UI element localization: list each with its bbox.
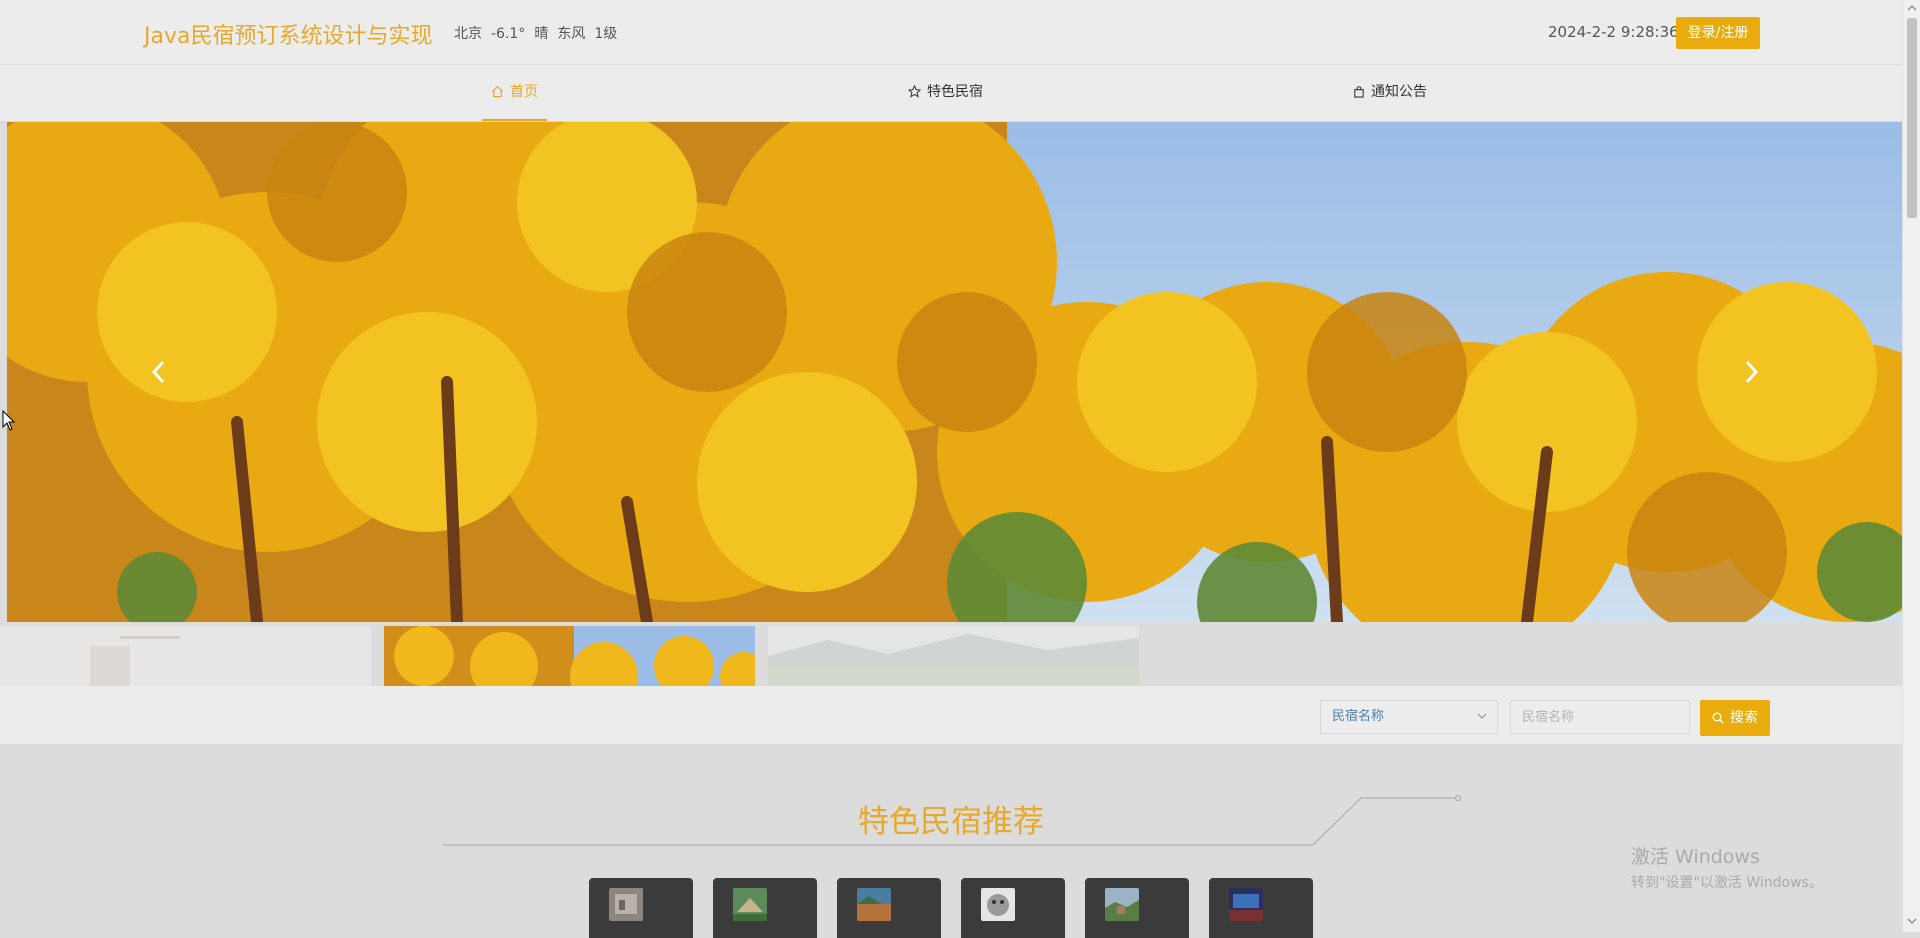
homestay-card[interactable] xyxy=(961,878,1065,938)
search-field-select[interactable]: 民宿名称 xyxy=(1320,700,1498,734)
homestay-thumbnail xyxy=(733,888,767,921)
nav-item-label: 通知公告 xyxy=(1371,84,1427,100)
login-register-button[interactable]: 登录/注册 xyxy=(1676,17,1760,49)
top-header: Java民宿预订系统设计与实现 北京 -6.1° 晴东风 1级 2024-2-2 9:… xyxy=(0,0,1902,65)
homestay-card[interactable] xyxy=(837,878,941,938)
homestay-thumbnail xyxy=(1105,888,1139,921)
weather-level: 1级 xyxy=(594,26,618,42)
nav-item-home[interactable]: 首页 xyxy=(482,65,547,121)
chevron-down-icon xyxy=(1477,713,1487,719)
weather-condition: 晴 xyxy=(534,26,549,42)
carousel-thumbnails xyxy=(0,626,1902,686)
homestay-thumbnail xyxy=(609,888,643,921)
search-icon xyxy=(1712,712,1724,724)
search-input[interactable] xyxy=(1510,700,1690,734)
site-title[interactable]: Java民宿预订系统设计与实现 xyxy=(144,18,432,50)
bag-icon xyxy=(1354,86,1364,98)
search-field-value: 民宿名称 xyxy=(1332,709,1385,724)
current-datetime: 2024-2-2 9:28:36 xyxy=(1548,23,1679,41)
weather-temperature: -6.1° xyxy=(491,26,526,42)
nav-item-label: 特色民宿 xyxy=(927,84,983,100)
homestay-thumbnail xyxy=(857,888,891,921)
homestay-card[interactable] xyxy=(713,878,817,938)
homestay-thumbnail xyxy=(1229,888,1263,921)
chevron-left-icon[interactable] xyxy=(142,350,176,394)
chevron-right-icon[interactable] xyxy=(1734,350,1768,394)
carousel-thumb-active[interactable] xyxy=(384,626,755,686)
nav-item-label: 首页 xyxy=(510,84,538,100)
home-icon xyxy=(491,85,504,98)
carousel-thumb[interactable] xyxy=(0,626,371,686)
main-nav: 首页 特色民宿 通知公告 xyxy=(0,65,1902,121)
search-button-label: 搜索 xyxy=(1730,710,1758,726)
homestay-card[interactable] xyxy=(1209,878,1313,938)
page-scrollbar[interactable] xyxy=(1902,0,1920,932)
watermark-line1: 激活 Windows xyxy=(1631,846,1760,868)
carousel-thumb[interactable] xyxy=(768,626,1139,686)
nav-item-notices[interactable]: 通知公告 xyxy=(1353,65,1427,119)
star-icon xyxy=(907,84,922,98)
weather-wind: 东风 xyxy=(557,26,586,42)
weather-widget: 北京 -6.1° 晴东风 1级 xyxy=(454,23,626,43)
weather-city: 北京 xyxy=(454,26,482,42)
nav-item-featured[interactable]: 特色民宿 xyxy=(907,65,983,119)
search-button[interactable]: 搜索 xyxy=(1700,700,1770,736)
scroll-down-icon[interactable] xyxy=(1907,918,1917,924)
search-bar: 民宿名称 搜索 xyxy=(0,686,1902,744)
carousel-banner[interactable] xyxy=(7,122,1903,622)
section-title: 特色民宿推荐 xyxy=(858,804,1044,840)
homestay-thumbnail xyxy=(981,888,1015,921)
homestay-card[interactable] xyxy=(589,878,693,938)
scrollbar-thumb[interactable] xyxy=(1907,18,1917,218)
banner-image xyxy=(7,122,1903,622)
watermark-line2: 转到"设置"以激活 Windows。 xyxy=(1631,875,1823,891)
scroll-up-icon[interactable] xyxy=(1907,5,1917,11)
homestay-card[interactable] xyxy=(1085,878,1189,938)
windows-activation-watermark: 激活 Windows 转到"设置"以激活 Windows。 xyxy=(1631,842,1823,892)
mouse-cursor-icon xyxy=(2,410,16,431)
